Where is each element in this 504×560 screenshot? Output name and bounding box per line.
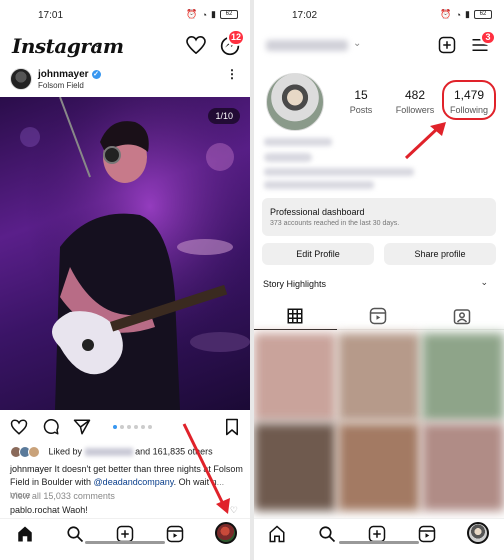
comment-icon[interactable] [42,418,60,436]
search-icon[interactable] [66,525,84,543]
grid-post[interactable] [422,423,504,511]
feed-screen: 17:01 ⏰ ◔ ▮ 62 Instagram ⌄ 12 johnmayer ✓… [0,0,250,560]
gesture-bar [85,541,165,544]
notification-badge: 3 [480,30,496,45]
caption-username[interactable]: johnmayer [10,464,52,474]
more-options-icon[interactable]: ⋮ [226,68,238,80]
profile-avatar-nav[interactable] [467,522,489,544]
dashboard-title: Professional dashboard [270,207,365,217]
share-icon[interactable] [73,418,91,436]
profile-screen: 17:02 ⏰ ◔ ▮ 62 ⌄ 3 15 Posts 482 Follower… [254,0,504,560]
status-icons: ⏰ ◔ ▮ 62 [186,9,238,20]
annotation-highlight-box [442,80,496,120]
story-highlights-label[interactable]: Story Highlights [263,279,326,289]
dashboard-subtitle: 373 accounts reached in the last 30 days… [270,220,400,227]
status-time: 17:01 [38,10,64,21]
annotation-arrow [182,423,230,514]
post-username[interactable]: johnmayer ✓ [38,69,101,80]
carousel-dots [113,425,152,429]
blurred-bio-link [264,181,374,189]
wifi-icon: ◔ [201,9,208,20]
profile-avatar-nav[interactable] [215,522,237,544]
heart-icon[interactable] [186,36,206,54]
home-icon[interactable] [268,525,286,543]
chevron-down-icon[interactable]: ⌄ [353,38,361,49]
post-photo[interactable]: 1/10 [0,97,250,410]
notification-badge: 12 [227,29,245,46]
status-bar: 17:01 ⏰ ◔ ▮ 62 [0,0,250,26]
professional-dashboard[interactable]: Professional dashboard 373 accounts reac… [262,198,496,236]
active-tab-indicator [254,329,337,330]
posts-grid [254,333,504,513]
concert-photo-illustration [0,97,250,410]
battery-icon: 62 [474,10,492,19]
reels-icon[interactable] [166,525,184,543]
profile-avatar[interactable] [266,73,324,131]
status-icons: ⏰ ◔ ▮ 62 [440,9,492,20]
bottom-nav [254,518,504,548]
post-header: johnmayer ✓ Folsom Field ⋮ [0,64,250,94]
grid-post[interactable] [422,333,504,421]
alarm-icon: ⏰ [186,9,198,19]
chevron-down-icon[interactable]: ⌄ [93,39,101,50]
verified-icon: ✓ [91,69,101,79]
blurred-bio-line [264,168,414,176]
grid-post[interactable] [254,333,336,421]
blurred-liker-name [84,448,133,456]
grid-post[interactable] [254,423,336,511]
grid-post[interactable] [338,423,420,511]
chevron-down-icon[interactable]: ⌄ [480,277,488,288]
signal-icon: ▮ [465,9,470,19]
gesture-bar [339,541,419,544]
tagged-icon[interactable] [453,307,471,325]
bottom-nav [0,518,250,548]
avatar[interactable] [10,68,32,90]
wifi-icon: ◔ [455,9,462,20]
media-counter: 1/10 [208,108,240,124]
status-bar: 17:02 ⏰ ◔ ▮ 62 [254,0,504,26]
home-icon[interactable] [16,525,34,543]
instagram-logo[interactable]: Instagram [12,34,124,58]
blurred-username[interactable] [266,40,348,51]
blurred-bio-name [264,138,332,146]
comment-username[interactable]: pablo.rochat [10,505,60,515]
post-location[interactable]: Folsom Field [38,81,84,90]
alarm-icon: ⏰ [440,9,452,19]
caption-mention[interactable]: @deadandcompany [94,477,174,487]
create-icon[interactable] [438,36,456,54]
status-time: 17:02 [292,10,318,21]
battery-icon: 62 [220,10,238,19]
grid-post[interactable] [338,333,420,421]
comment-preview: pablo.rochat Waoh! [10,505,88,515]
stat-posts[interactable]: 15 Posts [346,88,376,115]
blurred-bio-chip [264,153,312,162]
reels-tab-icon[interactable] [369,307,387,325]
reels-icon[interactable] [418,525,436,543]
grid-icon[interactable] [286,307,304,325]
view-all-comments[interactable]: View all 15,033 comments [10,491,115,501]
signal-icon: ▮ [211,9,216,19]
annotation-arrow [404,122,446,160]
edit-profile-button[interactable]: Edit Profile [262,243,374,265]
profile-tabs [254,304,504,330]
share-profile-button[interactable]: Share profile [384,243,496,265]
stat-followers[interactable]: 482 Followers [392,88,438,115]
liker-avatars [10,446,46,458]
search-icon[interactable] [318,525,336,543]
like-heart-icon[interactable] [10,418,28,436]
